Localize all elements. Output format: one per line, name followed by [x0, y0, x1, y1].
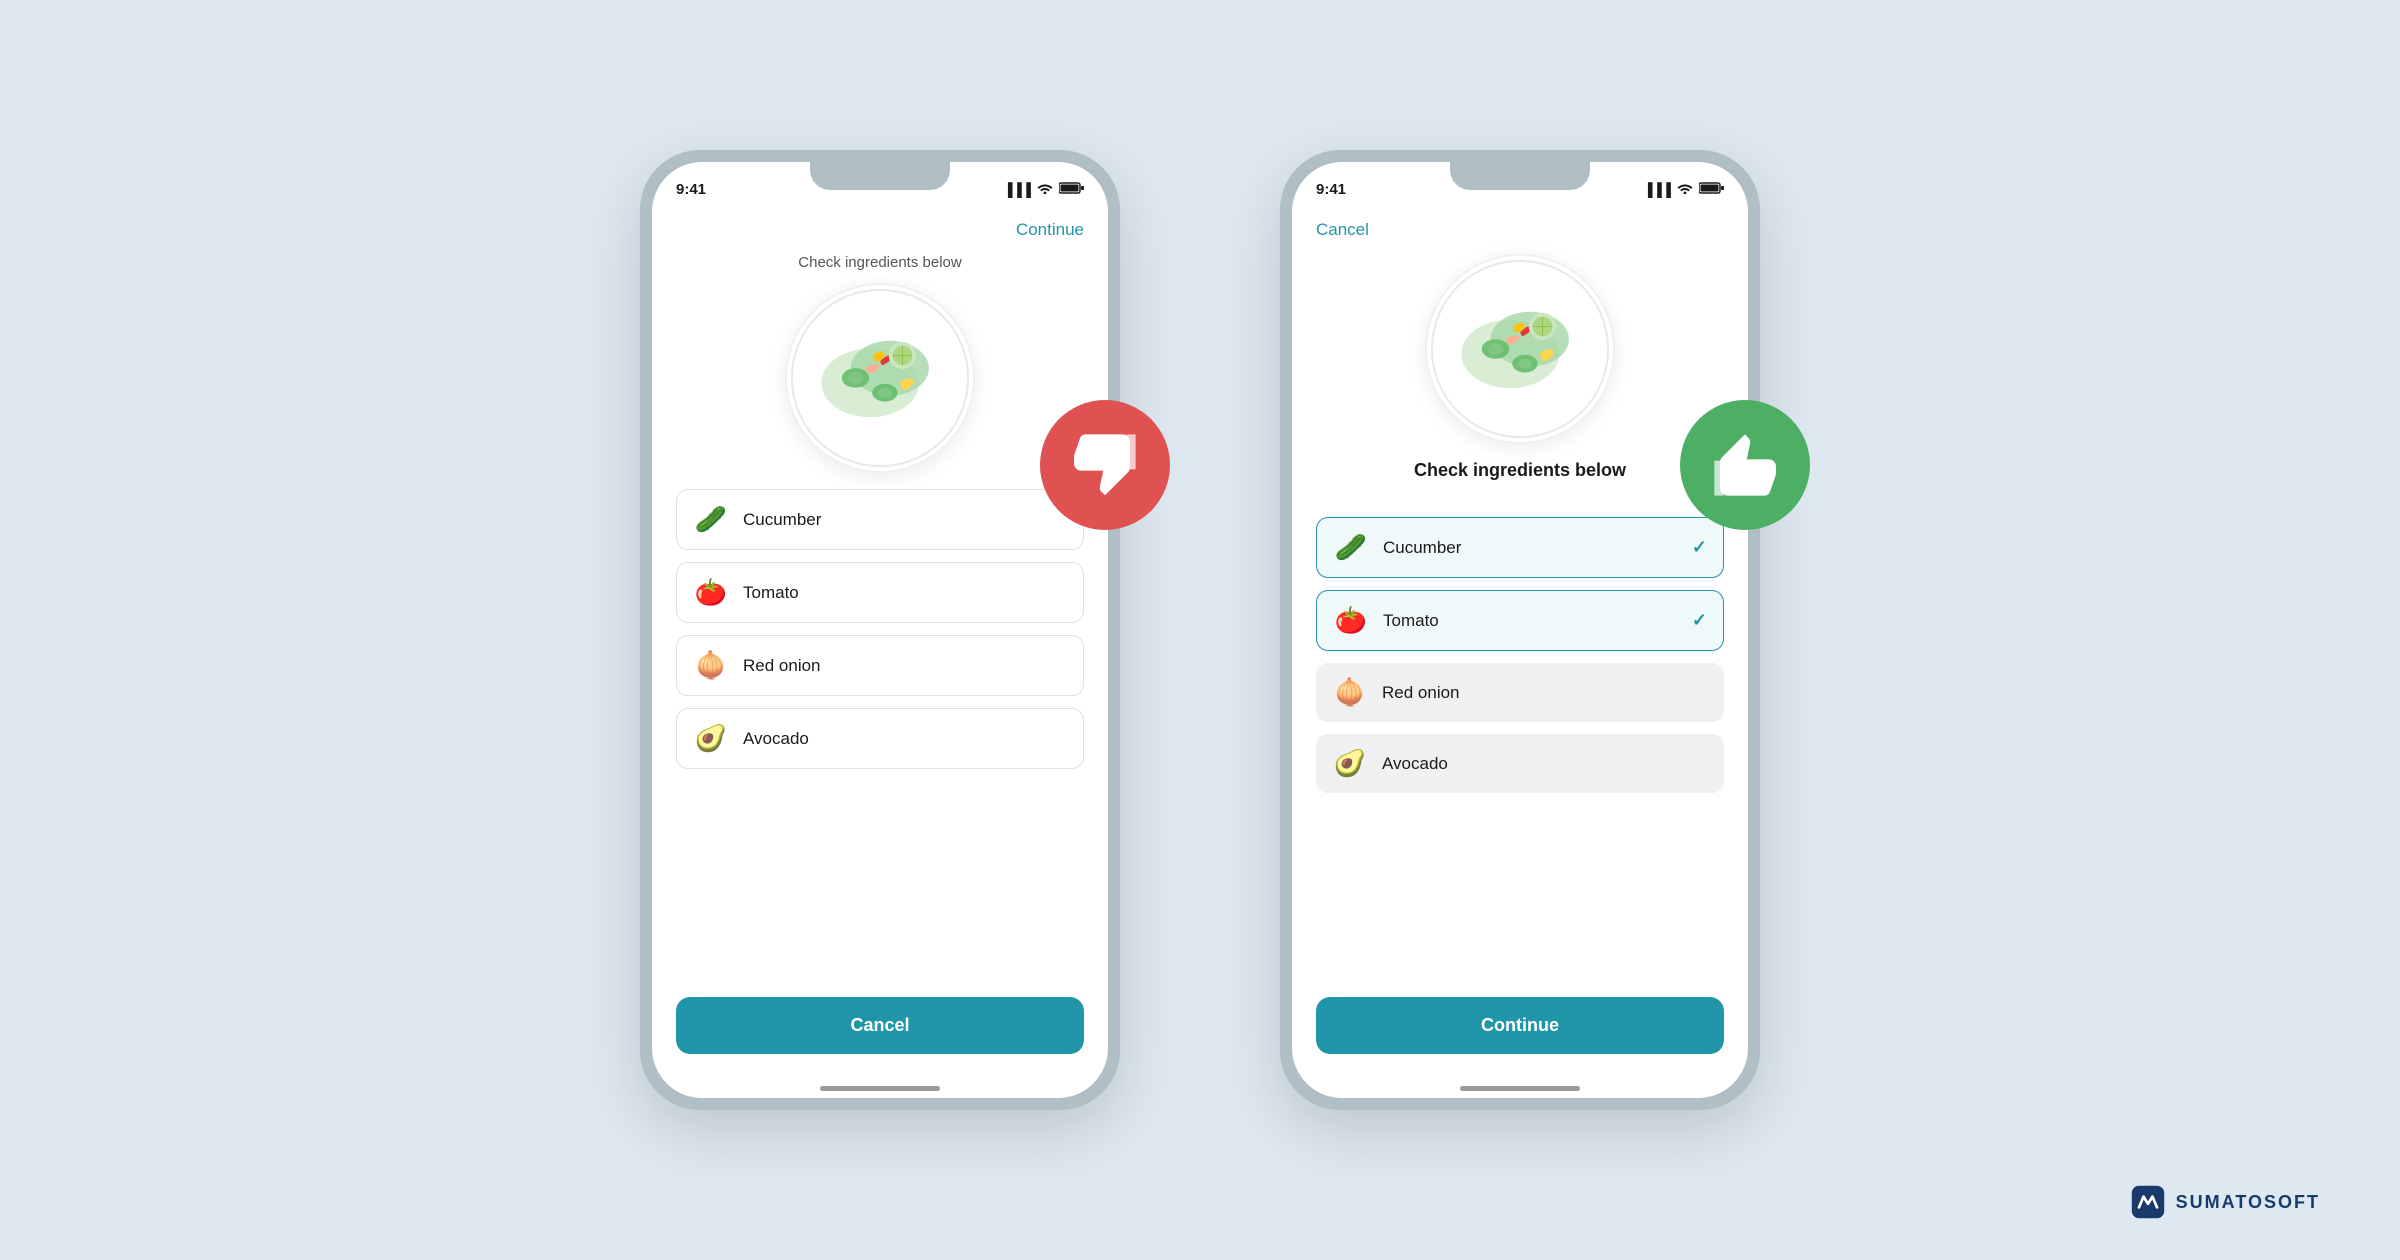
redonion-icon-good: 🧅	[1332, 677, 1368, 708]
avocado-name-good: Avocado	[1382, 754, 1708, 774]
wifi-icon-good	[1677, 182, 1693, 197]
status-icons-good: ▐▐▐	[1643, 182, 1724, 197]
section-title-good: Check ingredients below	[1414, 460, 1626, 481]
notch-good	[1450, 162, 1590, 190]
nav-cancel-good[interactable]: Cancel	[1316, 220, 1369, 240]
ingredient-avocado-good[interactable]: 🥑 Avocado	[1316, 734, 1724, 793]
cancel-button[interactable]: Cancel	[676, 997, 1084, 1054]
status-icons-bad: ▐▐▐	[1003, 182, 1084, 197]
cucumber-icon-good: 🥒	[1333, 532, 1369, 563]
food-section-bad: Check ingredients below	[785, 254, 975, 473]
avocado-name-bad: Avocado	[743, 729, 1067, 749]
redonion-name-good: Red onion	[1382, 683, 1708, 703]
cucumber-icon-bad: 🥒	[693, 504, 729, 535]
avocado-icon-good: 🥑	[1332, 748, 1368, 779]
cucumber-check-good: ✓	[1692, 537, 1707, 558]
ingredient-avocado-bad[interactable]: 🥑 Avocado	[676, 708, 1084, 769]
tomato-icon-bad: 🍅	[693, 577, 729, 608]
ingredient-tomato-bad[interactable]: 🍅 Tomato	[676, 562, 1084, 623]
thumbs-down-icon	[1070, 430, 1140, 500]
cucumber-name-good: Cucumber	[1383, 538, 1678, 558]
redonion-name-bad: Red onion	[743, 656, 1067, 676]
phone-good-screen: 9:41 ▐▐▐ Cancel	[1292, 162, 1748, 1098]
battery-icon-bad	[1059, 182, 1084, 197]
notch-bad	[810, 162, 950, 190]
ingredients-list-bad: 🥒 Cucumber 🍅 Tomato 🧅 Red onion 🥑 Avocad…	[676, 489, 1084, 769]
ingredient-redonion-good[interactable]: 🧅 Red onion	[1316, 663, 1724, 722]
phone-bad: 9:41 ▐▐▐ Continue Chec	[640, 150, 1120, 1110]
continue-button[interactable]: Continue	[1316, 997, 1724, 1054]
home-bar-good	[1460, 1086, 1580, 1091]
content-bad: Check ingredients below	[652, 254, 1108, 1078]
tomato-name-good: Tomato	[1383, 611, 1678, 631]
branding: SUMATOSOFT	[2130, 1184, 2320, 1220]
phone-bad-screen: 9:41 ▐▐▐ Continue Chec	[652, 162, 1108, 1098]
status-time-bad: 9:41	[676, 181, 706, 198]
status-time-good: 9:41	[1316, 181, 1346, 198]
home-bar-bad	[820, 1086, 940, 1091]
thumbs-up-icon	[1710, 430, 1780, 500]
home-indicator-good	[1292, 1078, 1748, 1098]
wifi-icon-bad	[1037, 182, 1053, 197]
food-plate-bad	[785, 283, 975, 473]
thumbs-up-badge	[1680, 400, 1810, 530]
ingredient-cucumber-bad[interactable]: 🥒 Cucumber	[676, 489, 1084, 550]
signal-icon-good: ▐▐▐	[1643, 182, 1671, 197]
tomato-check-good: ✓	[1692, 610, 1707, 631]
ingredients-list-good: 🥒 Cucumber ✓ 🍅 Tomato ✓ 🧅 Red onion	[1316, 517, 1724, 793]
cucumber-name-bad: Cucumber	[743, 510, 1067, 530]
ingredient-redonion-bad[interactable]: 🧅 Red onion	[676, 635, 1084, 696]
phone-good: 9:41 ▐▐▐ Cancel	[1280, 150, 1760, 1110]
food-plate-good	[1425, 254, 1615, 444]
home-indicator-bad	[652, 1078, 1108, 1098]
food-section-good: Check ingredients below	[1414, 254, 1626, 501]
tomato-icon-good: 🍅	[1333, 605, 1369, 636]
section-title-bad: Check ingredients below	[798, 254, 961, 271]
sumatosoft-logo	[2130, 1184, 2166, 1220]
content-good: Check ingredients below 🥒 Cucumber ✓ 🍅 T…	[1292, 254, 1748, 1078]
brand-name-label: SUMATOSOFT	[2176, 1192, 2320, 1213]
battery-icon-good	[1699, 182, 1724, 197]
canvas: 9:41 ▐▐▐ Continue Chec	[0, 0, 2400, 1260]
signal-icon-bad: ▐▐▐	[1003, 182, 1031, 197]
nav-bar-bad: Continue	[652, 210, 1108, 254]
ingredient-cucumber-good[interactable]: 🥒 Cucumber ✓	[1316, 517, 1724, 578]
thumbs-down-badge	[1040, 400, 1170, 530]
redonion-icon-bad: 🧅	[693, 650, 729, 681]
ingredient-tomato-good[interactable]: 🍅 Tomato ✓	[1316, 590, 1724, 651]
nav-continue-bad[interactable]: Continue	[1016, 220, 1084, 240]
avocado-icon-bad: 🥑	[693, 723, 729, 754]
tomato-name-bad: Tomato	[743, 583, 1067, 603]
nav-bar-good: Cancel	[1292, 210, 1748, 254]
